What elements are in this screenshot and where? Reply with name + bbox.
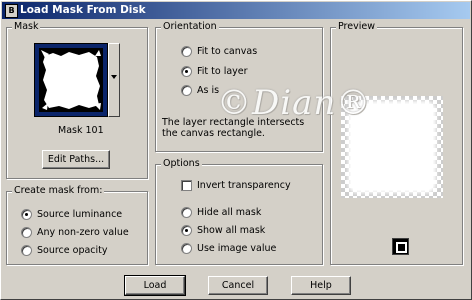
mask-thumbnail-image	[39, 48, 103, 112]
checkbox-label: Invert transparency	[197, 180, 291, 191]
edit-paths-button[interactable]: Edit Paths...	[42, 150, 110, 169]
create-mask-legend: Create mask from:	[12, 185, 105, 196]
radio-source-opacity[interactable]: Source opacity	[21, 244, 108, 257]
preview-legend: Preview	[336, 21, 377, 32]
radio-dot	[181, 243, 192, 254]
orientation-legend: Orientation	[161, 21, 219, 32]
mask-dropdown-button[interactable]	[108, 43, 120, 117]
radio-as-is[interactable]: As is	[181, 84, 219, 97]
load-button[interactable]: Load	[124, 275, 186, 296]
help-button[interactable]: Help	[291, 276, 351, 295]
load-mask-dialog: B Load Mask From Disk Mask Mask 101 Edit…	[0, 0, 472, 300]
radio-dot	[181, 207, 192, 218]
radio-use-image-value[interactable]: Use image value	[181, 242, 276, 255]
radio-source-luminance[interactable]: Source luminance	[21, 208, 122, 221]
radio-label: Show all mask	[197, 225, 266, 236]
app-icon: B	[5, 4, 18, 18]
radio-label: Any non-zero value	[37, 227, 129, 238]
radio-fit-to-canvas[interactable]: Fit to canvas	[181, 45, 257, 58]
options-legend: Options	[161, 158, 202, 169]
radio-dot	[181, 46, 192, 57]
radio-fit-to-layer[interactable]: Fit to layer	[181, 65, 248, 78]
checkbox-box	[181, 180, 192, 191]
title-bar: B Load Mask From Disk	[2, 2, 470, 19]
cancel-button[interactable]: Cancel	[208, 276, 268, 295]
radio-dot	[21, 209, 32, 220]
radio-label: Fit to layer	[197, 66, 248, 77]
mask-thumbnail[interactable]	[34, 43, 108, 117]
radio-label: Hide all mask	[197, 207, 262, 218]
mask-name: Mask 101	[58, 125, 104, 136]
radio-dot	[181, 85, 192, 96]
radio-label: Source luminance	[37, 209, 123, 220]
radio-label: Fit to canvas	[197, 46, 258, 57]
radio-label: Use image value	[197, 243, 277, 254]
radio-dot	[181, 66, 192, 77]
radio-label: As is	[197, 85, 220, 96]
mask-legend: Mask	[12, 21, 41, 32]
radio-label: Source opacity	[37, 245, 108, 256]
radio-dot	[21, 227, 32, 238]
invert-transparency-checkbox[interactable]: Invert transparency	[181, 179, 291, 192]
radio-dot	[181, 225, 192, 236]
watermark: ©Dian®	[217, 83, 372, 123]
radio-show-all-mask[interactable]: Show all mask	[181, 224, 265, 237]
radio-any-non-zero[interactable]: Any non-zero value	[21, 226, 129, 239]
radio-dot	[21, 245, 32, 256]
window-title: Load Mask From Disk	[20, 4, 146, 16]
preview-toggle-icon[interactable]	[392, 238, 409, 255]
radio-hide-all-mask[interactable]: Hide all mask	[181, 206, 261, 219]
mask-shape-icon	[41, 50, 101, 110]
